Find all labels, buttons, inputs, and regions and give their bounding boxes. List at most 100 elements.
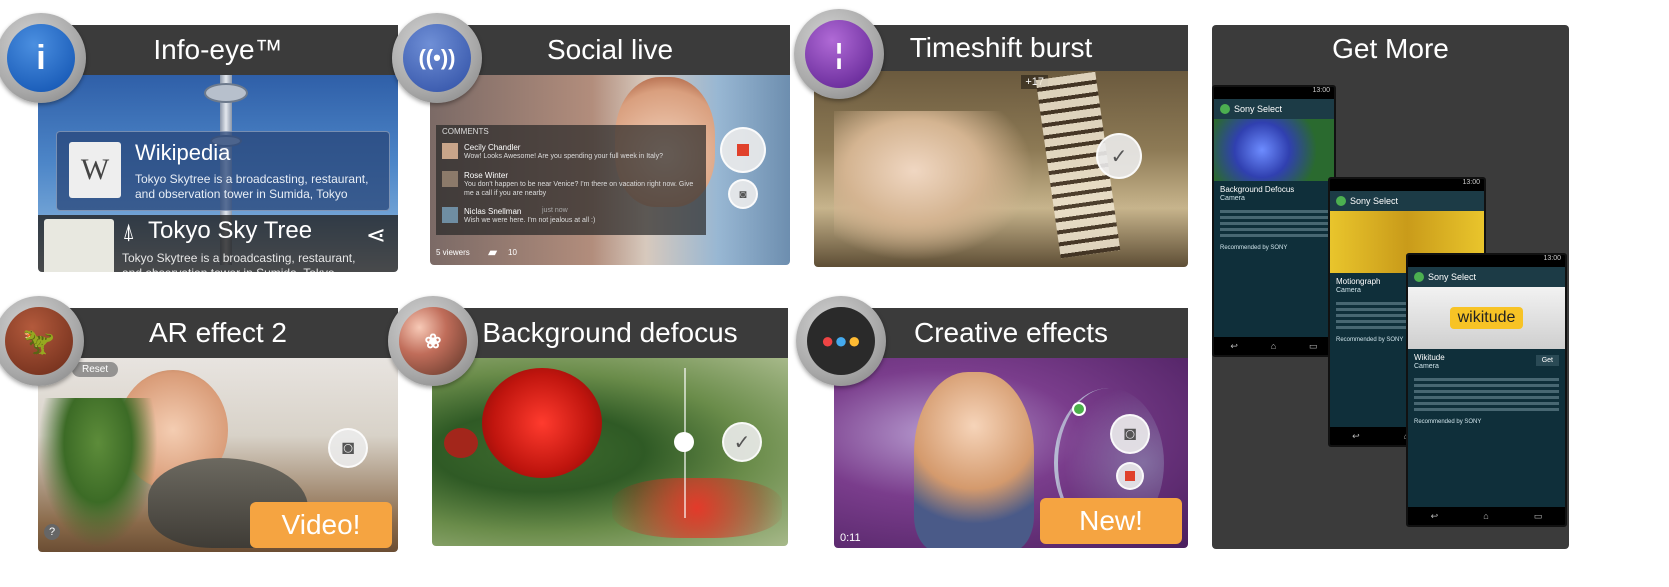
tile-title: Info-eye™ xyxy=(38,25,398,75)
item-category: Camera xyxy=(1414,363,1439,370)
wikipedia-card-text: Tokyo Skytree is a broadcasting, restaur… xyxy=(135,172,369,201)
comment-time: just now xyxy=(542,207,568,214)
tile-info-eye[interactable]: Info-eye™ W Wikipedia Tokyo Skytree is a… xyxy=(0,13,398,272)
tile-creative-effects[interactable]: Creative effects ◙ 0:11 New! ● ● ● xyxy=(796,296,1188,548)
sony-select-icon xyxy=(1336,196,1346,206)
ar-effect-screenshot: Reset ◙ ? Video! xyxy=(38,358,398,552)
recommended-label: Recommended by SONY xyxy=(1220,245,1288,251)
new-badge: New! xyxy=(1040,498,1182,544)
item-category: Camera xyxy=(1220,195,1245,202)
record-timer: 0:11 xyxy=(840,532,861,544)
camera-button[interactable]: ◙ xyxy=(728,179,758,209)
stop-icon xyxy=(737,144,749,156)
blurred-roses xyxy=(612,478,782,538)
background-defocus-screenshot: ✓ xyxy=(432,358,788,546)
wikitude-logo: wikitude xyxy=(1449,307,1524,329)
blur-slider-handle[interactable] xyxy=(674,432,694,452)
tile-background-defocus[interactable]: Background defocus ✓ ❀ xyxy=(388,296,788,546)
app-bar: Sony Select xyxy=(1408,267,1565,287)
comment-author: Niclas Snellman xyxy=(464,207,522,216)
comment-author: Cecily Chandler xyxy=(464,143,521,152)
tile-ar-effect[interactable]: AR effect 2 Reset ◙ ? Video! 🦖 xyxy=(0,296,398,552)
share-icon[interactable]: ⋖ xyxy=(366,221,386,250)
place-title: Tokyo Sky Tree xyxy=(148,217,313,244)
help-icon[interactable]: ? xyxy=(44,524,60,540)
app-name: Sony Select xyxy=(1428,272,1477,282)
info-eye-screenshot: W Wikipedia Tokyo Skytree is a broadcast… xyxy=(38,75,398,272)
phone-screenshot: 13:00 Sony Select Background Defocus Cam… xyxy=(1212,85,1336,357)
map-thumbnail xyxy=(44,219,114,272)
get-button[interactable]: Get xyxy=(1535,355,1559,366)
wikipedia-logo-icon: W xyxy=(69,142,121,198)
crowd-image xyxy=(834,111,1034,261)
place-panel[interactable]: ⍋ Tokyo Sky Tree Tokyo Skytree is a broa… xyxy=(38,215,398,272)
effect-indicator xyxy=(1072,402,1086,416)
nav-bar[interactable]: ↩ ⌂ ▭ xyxy=(1408,507,1565,525)
app-bar: Sony Select xyxy=(1214,99,1334,119)
wikipedia-card[interactable]: W Wikipedia Tokyo Skytree is a broadcast… xyxy=(56,131,390,211)
rose-image xyxy=(482,368,602,478)
status-time: 13:00 xyxy=(1408,255,1565,267)
video-badge: Video! xyxy=(250,502,392,548)
child-image xyxy=(914,372,1034,548)
tower-pin-icon: ⍋ xyxy=(122,219,136,244)
recent-icon[interactable]: ▭ xyxy=(1309,341,1318,352)
camera-icon: ◙ xyxy=(341,436,355,459)
recent-icon[interactable]: ▭ xyxy=(1534,511,1543,522)
avatar xyxy=(442,171,458,187)
back-icon[interactable]: ↩ xyxy=(1230,341,1238,352)
back-icon[interactable]: ↩ xyxy=(1352,431,1360,442)
description-lines xyxy=(1214,210,1334,237)
likes-count: 10 xyxy=(508,248,517,257)
sony-select-icon xyxy=(1414,272,1424,282)
wikipedia-card-title: Wikipedia xyxy=(135,140,231,165)
app-name: Sony Select xyxy=(1350,196,1399,206)
stop-record-button[interactable] xyxy=(720,127,766,173)
description-lines xyxy=(1408,378,1565,411)
timeshift-burst-screenshot: +17 ✓ xyxy=(814,71,1188,267)
status-time: 13:00 xyxy=(1214,87,1334,99)
wikitude-banner: wikitude xyxy=(1408,287,1565,349)
camera-icon: ◙ xyxy=(1123,422,1137,445)
creative-effects-screenshot: ◙ 0:11 New! xyxy=(834,358,1188,548)
get-more-panel[interactable]: Get More 13:00 Sony Select Background De… xyxy=(1212,25,1569,549)
app-info: Wikitude Camera Get xyxy=(1408,349,1565,375)
tile-title: Creative effects xyxy=(834,308,1188,358)
tile-social-live[interactable]: Social live COMMENTS Cecily Chandler Wow… xyxy=(392,13,790,265)
home-icon[interactable]: ⌂ xyxy=(1271,341,1276,351)
app-name: Sony Select xyxy=(1234,104,1283,114)
avatar xyxy=(442,207,458,223)
broadcast-icon: ((•)) xyxy=(392,13,482,103)
tile-title: Background defocus xyxy=(432,308,788,358)
confirm-button[interactable]: ✓ xyxy=(722,422,762,462)
comment-text: Wish we were here. I'm not jealous at al… xyxy=(464,217,596,224)
viewers-count: 5 viewers xyxy=(436,248,470,257)
bokeh-icon: ❀ xyxy=(388,296,478,386)
confirm-button[interactable]: ✓ xyxy=(1096,133,1142,179)
phone-screenshot: 13:00 Sony Select wikitude Wikitude Came… xyxy=(1406,253,1567,527)
home-icon[interactable]: ⌂ xyxy=(1483,511,1488,521)
comment-text: You don't happen to be near Venice? I'm … xyxy=(464,181,694,197)
reset-button[interactable]: Reset xyxy=(72,362,119,377)
chat-icon[interactable]: ▰ xyxy=(488,245,497,259)
avatar xyxy=(442,143,458,159)
comment-author: Rose Winter xyxy=(464,171,509,180)
camera-icon: ◙ xyxy=(739,187,747,201)
tile-title: Social live xyxy=(430,25,790,75)
check-icon: ✓ xyxy=(1110,145,1128,168)
stop-record-button[interactable] xyxy=(1116,462,1144,490)
camera-button[interactable]: ◙ xyxy=(328,428,368,468)
check-icon: ✓ xyxy=(733,431,751,454)
camera-button[interactable]: ◙ xyxy=(1110,414,1150,454)
recommended-label: Recommended by SONY xyxy=(1414,419,1482,425)
flower-banner xyxy=(1214,119,1334,181)
comments-label: COMMENTS xyxy=(442,127,489,136)
comment-text: Wow! Looks Awesome! Are you spending you… xyxy=(464,153,663,160)
back-icon[interactable]: ↩ xyxy=(1431,511,1439,522)
app-info: Background Defocus Camera xyxy=(1214,181,1334,207)
tile-timeshift-burst[interactable]: Timeshift burst +17 ✓ ¦ xyxy=(776,9,1188,267)
tile-title: AR effect 2 xyxy=(38,308,398,358)
nav-bar[interactable]: ↩ ⌂ ▭ xyxy=(1214,337,1334,355)
comments-panel[interactable]: COMMENTS Cecily Chandler Wow! Looks Awes… xyxy=(436,125,706,235)
rose-bud xyxy=(444,428,478,458)
